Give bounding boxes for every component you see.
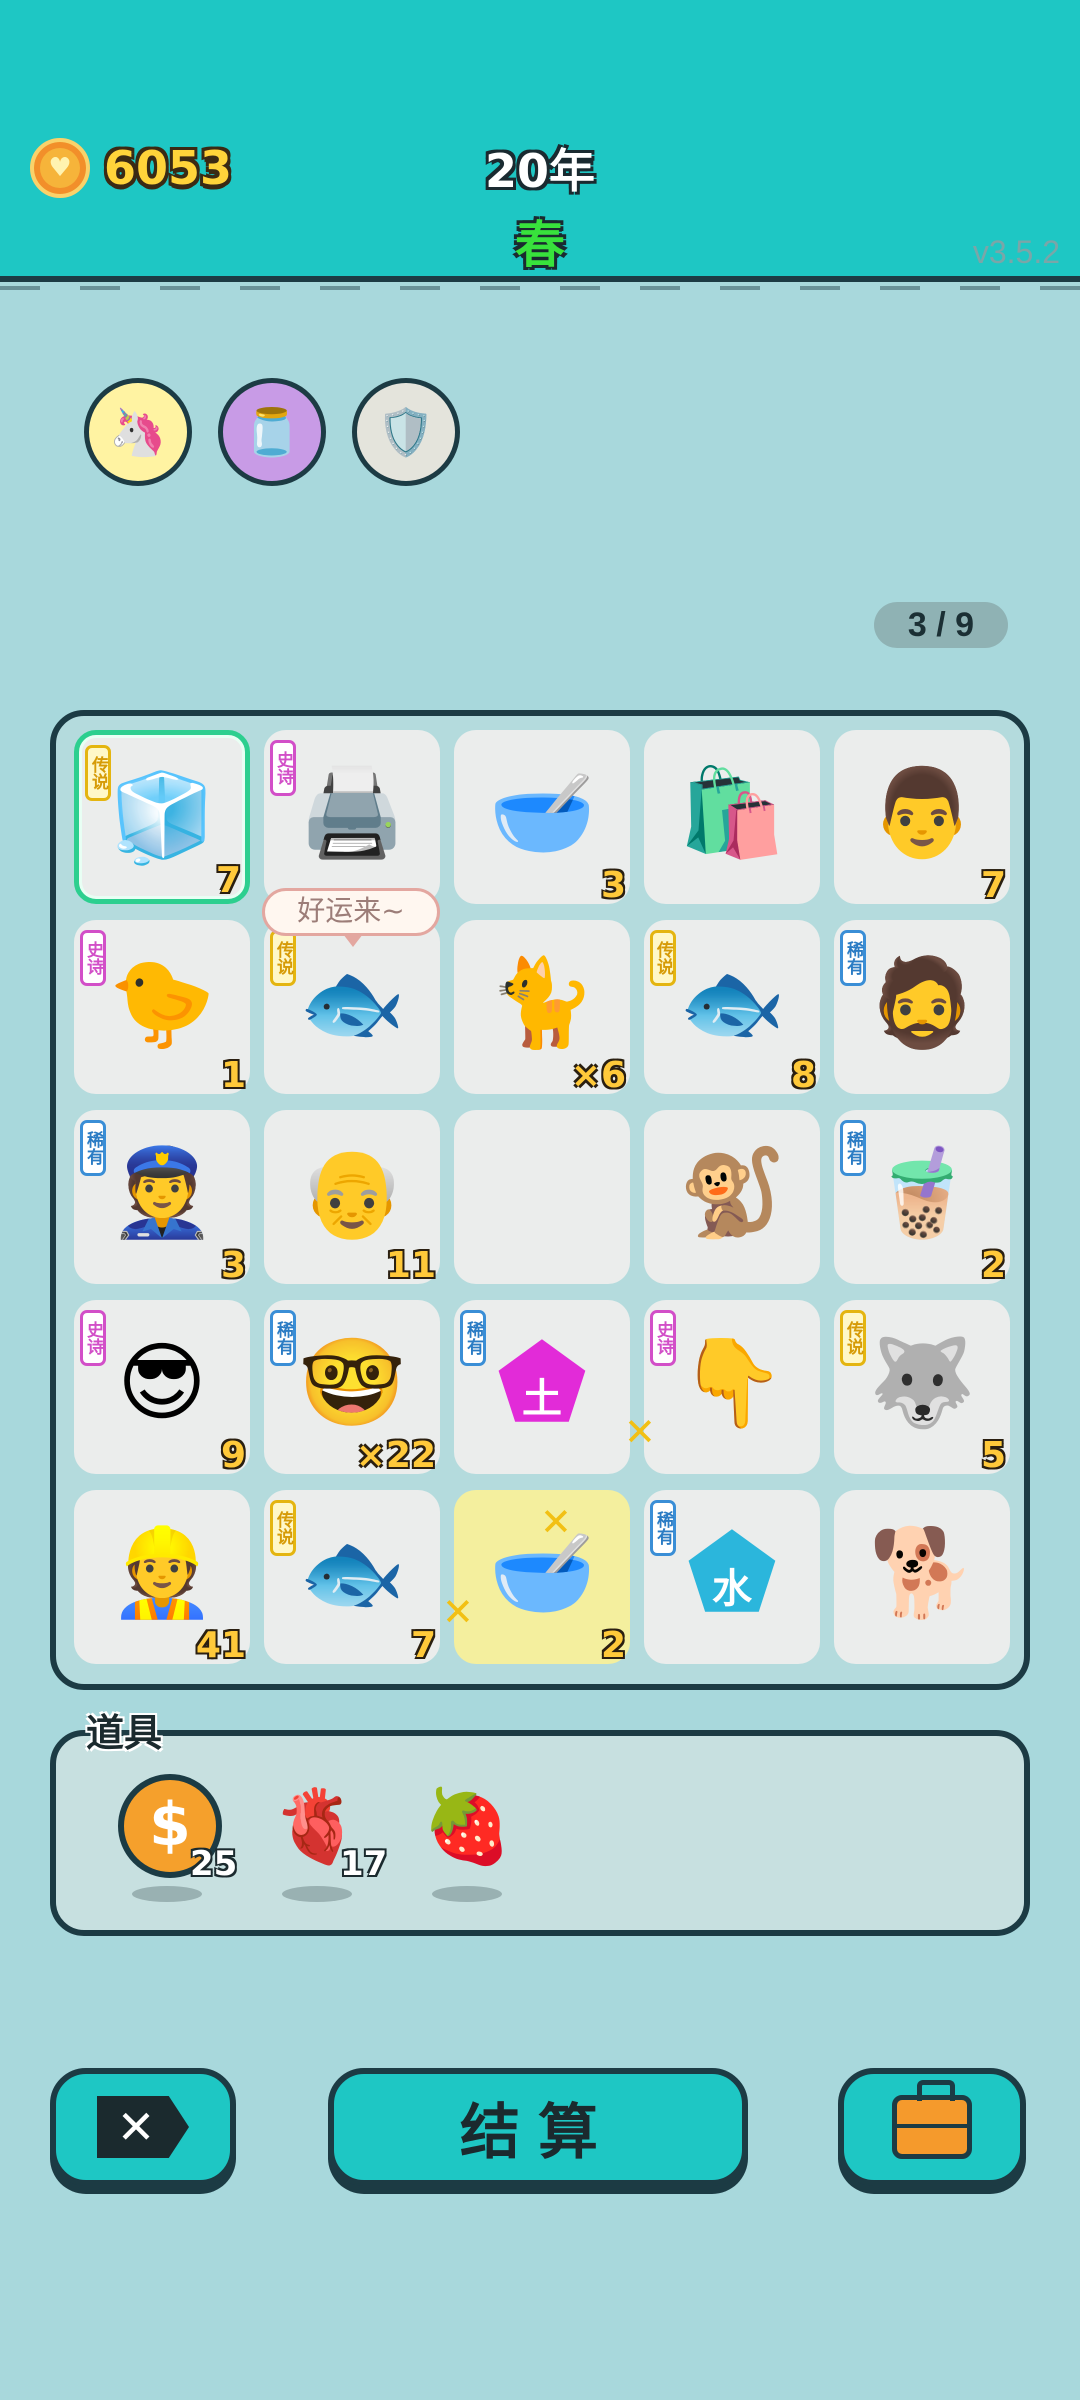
briefcase-icon	[892, 2080, 972, 2159]
bayberry-icon: 🍓	[422, 1784, 512, 1868]
man-face-icon: 👨	[868, 763, 976, 863]
grid-cell[interactable]: 👨 7	[834, 730, 1010, 906]
quit-button[interactable]: ✕	[50, 2068, 236, 2186]
items-panel: $ 25 🫀 17 🍓	[50, 1730, 1030, 1936]
item-shadow	[432, 1886, 502, 1902]
rarity-tag: 稀有	[270, 1310, 296, 1366]
grid-cell[interactable]: 🖨️ 史诗	[264, 730, 440, 904]
grid-cell[interactable]: 🐤 史诗 1	[74, 920, 250, 1096]
brown-dog-icon: 🐕	[868, 1523, 976, 1623]
grid-cell[interactable]: ⬟ 土稀有	[454, 1300, 630, 1474]
grid-cell[interactable]: 🐺 传说 5	[834, 1300, 1010, 1476]
grid-cell[interactable]: 🛍️	[644, 730, 820, 904]
cell-count: 9	[220, 1435, 246, 1476]
wrench-shield-icon[interactable]: 🛡️	[352, 378, 460, 486]
rarity-tag: 史诗	[650, 1310, 676, 1366]
progress-counter: 3 / 9	[874, 602, 1008, 648]
cell-count: 3	[600, 865, 626, 906]
close-x-icon: ✕	[97, 2096, 189, 2158]
monkey-icon: 🐒	[678, 1143, 786, 1243]
rarity-tag: 稀有	[840, 930, 866, 986]
grid-cell[interactable]: 👇 史诗	[644, 1300, 820, 1474]
bag-button[interactable]	[838, 2068, 1026, 2186]
settle-button[interactable]: 结算	[328, 2068, 748, 2186]
gem-label: 土	[522, 1376, 562, 1422]
cell-count: 5	[980, 1435, 1006, 1476]
sparkle-icon: ✕	[624, 1410, 656, 1454]
rarity-tag: 稀有	[460, 1310, 486, 1366]
cook-man-icon: 👴	[298, 1143, 406, 1243]
cat-icon: 🐈	[488, 953, 596, 1053]
grid-cell[interactable]: 😎 史诗 9	[74, 1300, 250, 1476]
rarity-tag: 传说	[650, 930, 676, 986]
year-label: 20年	[484, 144, 595, 198]
sparkle-icon: ✕	[540, 1500, 572, 1544]
settle-button-label: 结算	[460, 2097, 616, 2168]
unicorn-icon[interactable]: 🦄	[84, 378, 192, 486]
cell-count: 7	[980, 865, 1006, 906]
coin-count: 6053	[104, 141, 233, 195]
heart-coin-icon: ♥	[30, 138, 90, 198]
rarity-tag: 传说	[270, 1500, 296, 1556]
rarity-tag: 史诗	[80, 1310, 106, 1366]
gem-label: 水	[712, 1566, 752, 1612]
grid-cell[interactable]	[454, 1110, 630, 1284]
cell-count: 41	[195, 1625, 246, 1666]
cell-count: 2	[980, 1245, 1006, 1286]
cell-count: 7	[410, 1625, 436, 1666]
worker-man-icon: 👷	[108, 1523, 216, 1623]
grid-cell[interactable]: ⬟ 水稀有	[644, 1490, 820, 1664]
jar-icon[interactable]: 🫙	[218, 378, 326, 486]
grid-cell[interactable]: 🥣 3	[454, 730, 630, 906]
item-liver[interactable]: 🫀 17	[262, 1774, 387, 1904]
speech-bubble: 好运来~	[262, 888, 440, 947]
trash-bag-icon: 🛍️	[678, 763, 786, 863]
grid-cell[interactable]: 🤓 稀有 ×22	[264, 1300, 440, 1476]
grid-cell[interactable]: 🐟 传说 8	[644, 920, 820, 1096]
grid-cell[interactable]: 🧋 稀有 2	[834, 1110, 1010, 1286]
rarity-tag: 史诗	[80, 930, 106, 986]
grid-cell[interactable]: 🐕	[834, 1490, 1010, 1664]
sparkle-icon: ✕	[442, 1590, 474, 1634]
cell-count: 3	[220, 1245, 246, 1286]
rarity-tag: 史诗	[270, 740, 296, 796]
rarity-tag: 稀有	[80, 1120, 106, 1176]
season-label: 春	[515, 216, 565, 274]
item-shadow	[132, 1886, 202, 1902]
bowl-icon: 🥣	[488, 763, 596, 863]
rarity-tag: 传说	[270, 930, 296, 986]
grid-cell[interactable]: 🐈 ×6	[454, 920, 630, 1096]
grid-cell[interactable]: 🐟 传说 7	[264, 1490, 440, 1666]
cell-count: ×6	[570, 1055, 626, 1096]
items-title: 道具	[86, 1711, 163, 1755]
grid-cell[interactable]: 🐒	[644, 1110, 820, 1284]
grid-cell[interactable]: 🧔 稀有	[834, 920, 1010, 1094]
grid-cell[interactable]: 👷 41	[74, 1490, 250, 1666]
rarity-tag: 传说	[85, 745, 111, 801]
item-quantity: 25	[190, 1844, 238, 1884]
version-label: v3.5.2	[972, 234, 1060, 270]
grid-cell[interactable]: 👮 稀有 3	[74, 1110, 250, 1286]
rarity-tag: 稀有	[840, 1120, 866, 1176]
cell-count: 8	[790, 1055, 816, 1096]
grid-cell[interactable]: 👴 11	[264, 1110, 440, 1286]
cell-count: 7	[215, 860, 241, 901]
item-quantity: 17	[340, 1844, 388, 1884]
header-divider	[0, 286, 1080, 290]
item-shadow	[282, 1886, 352, 1902]
item-dollar-coin[interactable]: $ 25	[112, 1774, 237, 1904]
item-bayberry[interactable]: 🍓	[412, 1774, 532, 1904]
rarity-tag: 传说	[840, 1310, 866, 1366]
cell-count: ×22	[355, 1435, 436, 1476]
cell-count: 11	[385, 1245, 436, 1286]
rarity-tag: 稀有	[650, 1500, 676, 1556]
grid-cell[interactable]: 🧊 传说 7	[74, 730, 250, 904]
cell-count: 2	[600, 1625, 626, 1666]
cell-count: 1	[220, 1055, 246, 1096]
